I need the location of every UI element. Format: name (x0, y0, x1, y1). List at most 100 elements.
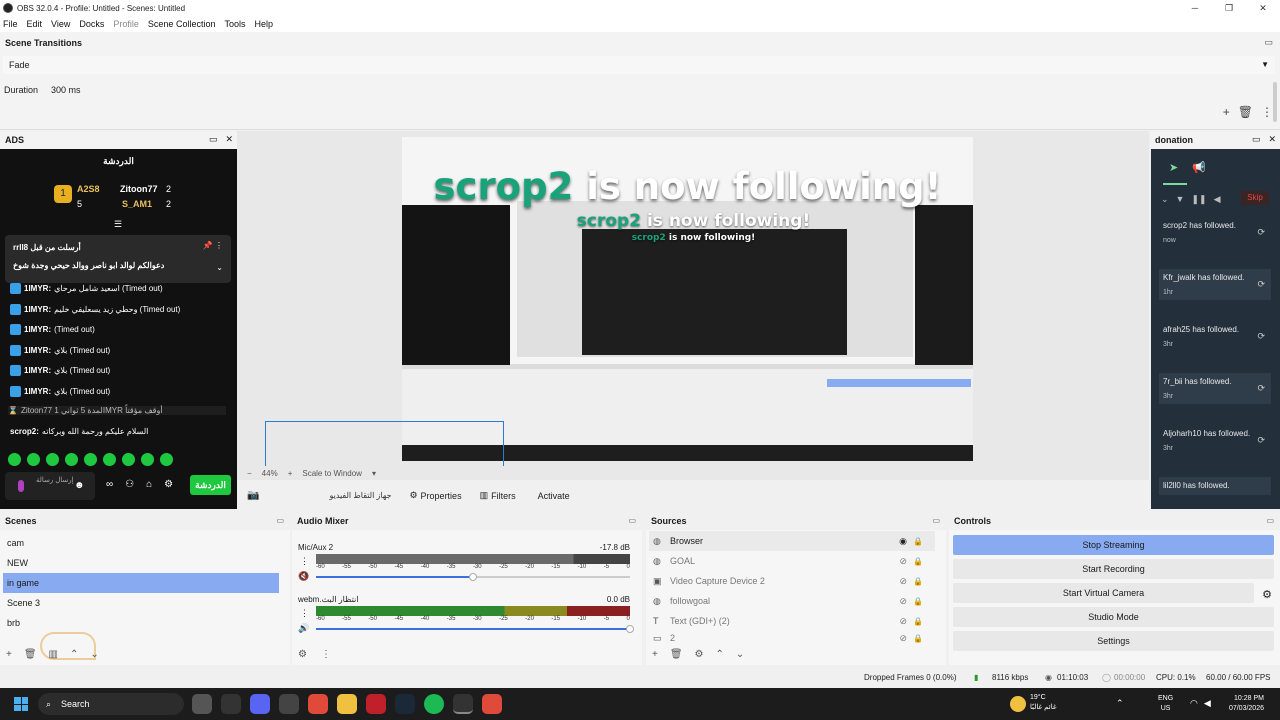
more-options-icon[interactable]: ⋮ (300, 556, 309, 567)
steam-icon[interactable] (395, 694, 415, 714)
feed-event[interactable]: Aljoharh10 has followed. 3hr ⟳ (1159, 425, 1271, 456)
windows-start-icon[interactable] (14, 697, 28, 711)
eye-hidden-icon[interactable]: ⊘ (899, 556, 907, 567)
feed-event[interactable]: Kfr_jwalk has followed. 1hr ⟳ (1159, 269, 1271, 300)
menu-icon[interactable]: ☰ (114, 219, 122, 230)
lock-icon[interactable]: 🔒 (913, 597, 923, 606)
chevron-up-icon[interactable]: ⌃ (70, 649, 78, 660)
weather-widget[interactable]: 19°C غائم غالبًا (1010, 693, 1057, 713)
trash-icon[interactable]: 🗑 (1238, 105, 1253, 119)
scene-item[interactable]: brb (3, 613, 279, 633)
menu-edit[interactable]: Edit (27, 19, 43, 29)
lock-icon[interactable]: 🔒 (913, 577, 923, 586)
chrome-icon[interactable] (482, 694, 502, 714)
advanced-audio-icon[interactable]: ⚙ (298, 649, 307, 660)
scene-item[interactable]: NEW (3, 553, 279, 573)
emote-icon[interactable] (141, 453, 154, 466)
menu-profile[interactable]: Profile (113, 19, 139, 29)
app-icon[interactable] (221, 694, 241, 714)
more-options-icon[interactable]: ⋮ (1261, 105, 1273, 119)
start-recording-button[interactable]: Start Recording (953, 559, 1274, 579)
gear-icon[interactable]: ⚙ (695, 649, 704, 660)
link-icon[interactable]: ∞ (106, 479, 113, 490)
properties-button[interactable]: ⚙ Properties (409, 490, 461, 501)
replay-icon[interactable]: ⟳ (1257, 435, 1265, 446)
emote-icon[interactable] (8, 453, 21, 466)
menu-help[interactable]: Help (254, 19, 273, 29)
lock-icon[interactable]: 🔒 (913, 557, 923, 566)
emote-icon[interactable] (103, 453, 116, 466)
dock-float-icon[interactable]: ▭ (1264, 37, 1273, 48)
volume-slider[interactable] (316, 573, 630, 581)
source-item[interactable]: T Text (GDI+) (2) ⊘ 🔒 (649, 611, 935, 631)
feed-event[interactable]: lil2ll0 has followed. (1159, 477, 1271, 495)
menu-docks[interactable]: Docks (79, 19, 104, 29)
emote-icon[interactable] (65, 453, 78, 466)
eye-hidden-icon[interactable]: ⊘ (899, 596, 907, 607)
wifi-icon[interactable]: ◠ (1190, 698, 1198, 709)
duration-input[interactable]: 300 ms (51, 85, 81, 95)
eye-icon[interactable]: ◉ (899, 536, 907, 547)
zoom-out-icon[interactable]: − (247, 469, 252, 478)
menu-tools[interactable]: Tools (224, 19, 245, 29)
chrome-icon[interactable] (308, 694, 328, 714)
chevron-down-icon[interactable]: ⌄ (216, 263, 223, 272)
source-selection-box[interactable] (265, 421, 504, 466)
mic-icon[interactable] (18, 480, 24, 492)
gear-icon[interactable]: ⚙ (164, 479, 173, 490)
pin-icon[interactable]: 📌 ⋮ (203, 241, 223, 250)
taskbar-search[interactable]: ⌕ Search (38, 693, 184, 715)
replay-icon[interactable]: ⟳ (1257, 383, 1265, 394)
chevron-up-icon[interactable]: ⌃ (716, 649, 724, 660)
skip-button[interactable]: Skip (1241, 191, 1269, 205)
minimize-icon[interactable]: ─ (1178, 0, 1212, 16)
scene-item-selected[interactable]: in game (3, 573, 279, 593)
transition-select[interactable]: Fade ▼ (3, 56, 1275, 74)
megaphone-icon[interactable]: 📢 (1192, 161, 1206, 174)
lock-icon[interactable]: 🔒 (913, 617, 923, 626)
eye-hidden-icon[interactable]: ⊘ (899, 576, 907, 587)
feed-event[interactable]: scrop2 has followed. now ⟳ (1159, 217, 1271, 248)
source-item[interactable]: ◍ Browser ◉ 🔒 (649, 531, 935, 551)
obs-icon[interactable] (453, 694, 473, 714)
emoji-icon[interactable]: ☻ (74, 480, 85, 491)
lock-icon[interactable]: 🔒 (913, 634, 923, 643)
more-options-icon[interactable]: ⋮ (300, 608, 309, 619)
source-item[interactable]: ◍ followgoal ⊘ 🔒 (649, 591, 935, 611)
filters-icon[interactable]: ▥ (49, 649, 58, 660)
feed-event[interactable]: 7r_bii has followed. 3hr ⟳ (1159, 373, 1271, 404)
filters-button[interactable]: ▥ Filters (480, 490, 516, 501)
app-icon[interactable] (279, 694, 299, 714)
store-icon[interactable]: ⌂ (146, 479, 152, 490)
zoom-in-icon[interactable]: + (288, 469, 293, 478)
volume-slider[interactable] (316, 625, 634, 633)
pause-icon[interactable]: ❚❚ (1191, 194, 1206, 205)
replay-icon[interactable]: ⟳ (1257, 227, 1265, 238)
task-view-icon[interactable] (192, 694, 212, 714)
menu-view[interactable]: View (51, 19, 70, 29)
pinned-message[interactable]: rrll8 أرسلت من قبل دعوالكم لوالد ابو ناص… (5, 235, 231, 283)
send-chat-button[interactable]: الدردشة (190, 475, 231, 495)
spotify-icon[interactable] (424, 694, 444, 714)
taskbar-clock[interactable]: 10:28 PM 07/03/2026 (1224, 694, 1264, 714)
studio-mode-button[interactable]: Studio Mode (953, 607, 1274, 627)
replay-icon[interactable]: ⟳ (1257, 279, 1265, 290)
volume-icon[interactable]: ◀ (1214, 194, 1221, 205)
volume-icon[interactable]: ◀ (1204, 698, 1211, 709)
trash-icon[interactable]: 🗑 (670, 649, 683, 660)
replay-icon[interactable]: ⟳ (1257, 331, 1265, 342)
zoom-mode[interactable]: Scale to Window (302, 469, 362, 478)
dock-float-icon[interactable]: ▭ (628, 516, 636, 525)
activate-button[interactable]: Activate (538, 491, 570, 501)
add-icon[interactable]: + (6, 649, 12, 660)
settings-button[interactable]: Settings (953, 631, 1274, 651)
feed-event[interactable]: afrah25 has followed. 3hr ⟳ (1159, 321, 1271, 352)
send-icon[interactable]: ➤ (1169, 161, 1178, 174)
scene-item[interactable]: Scene 3 (3, 593, 279, 613)
source-item[interactable]: ▭ 2 ⊘ 🔒 (649, 631, 935, 645)
stop-streaming-button[interactable]: Stop Streaming (953, 535, 1274, 555)
dock-float-icon[interactable]: ▭ (932, 516, 940, 525)
chevron-up-icon[interactable]: ⌃ (1116, 698, 1124, 709)
users-icon[interactable]: ⚇ (125, 479, 134, 490)
emote-icon[interactable] (160, 453, 173, 466)
